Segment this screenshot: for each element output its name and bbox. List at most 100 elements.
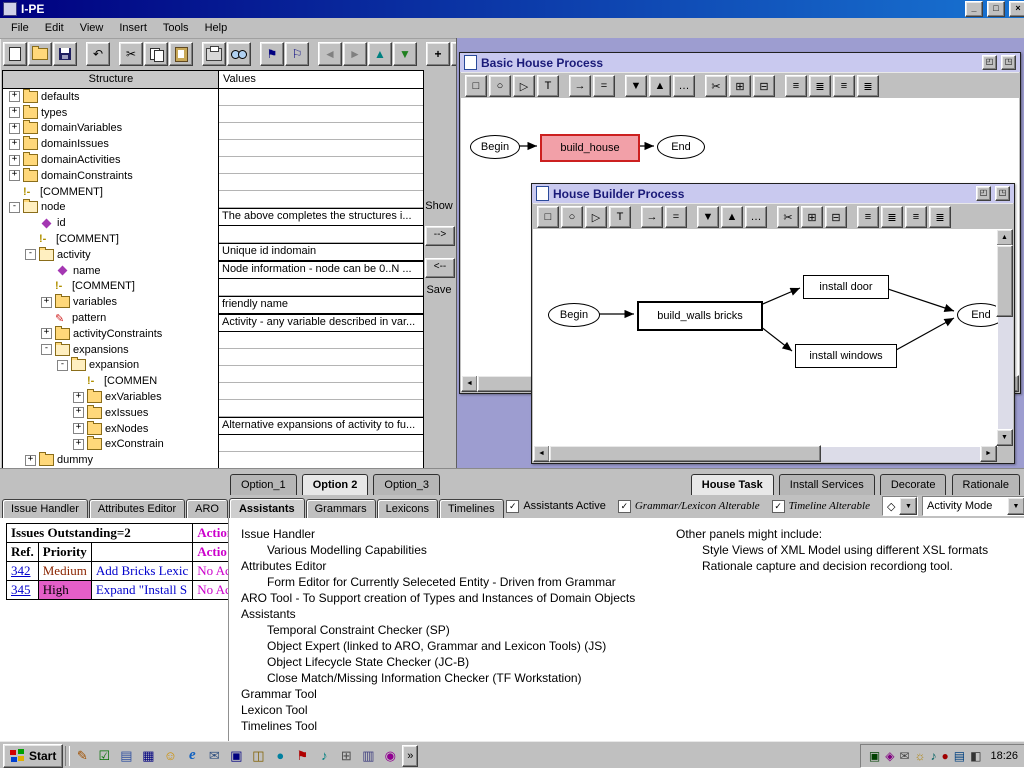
align-left-button[interactable]: ≡	[785, 75, 807, 97]
maximize-button[interactable]: ◳	[1001, 55, 1016, 70]
quicklaunch-icon-1[interactable]: ✎	[72, 746, 92, 766]
issue-ref-link[interactable]: 342	[7, 562, 39, 581]
expand-icon[interactable]: +	[9, 139, 20, 150]
value-row[interactable]: friendly name	[219, 296, 423, 314]
timeline-alterable-checkbox[interactable]: ✓	[772, 500, 785, 513]
tree-item-activity[interactable]: -activity	[3, 247, 219, 263]
tree-item-dummy[interactable]: +dummy	[3, 452, 219, 468]
value-row[interactable]: Activity - any variable described in var…	[219, 314, 423, 332]
build-house-node[interactable]: build_house	[540, 134, 640, 162]
value-row[interactable]	[219, 435, 423, 452]
scroll-down-button[interactable]: ▼	[996, 429, 1013, 446]
back-button[interactable]: ◄	[318, 42, 342, 66]
forward-button[interactable]: ►	[343, 42, 367, 66]
quicklaunch-icon-2[interactable]: ☑	[94, 746, 114, 766]
menu-insert[interactable]: Insert	[111, 19, 155, 37]
collapse-icon[interactable]: -	[41, 344, 52, 355]
target-icon[interactable]: ◉	[380, 746, 400, 766]
menu-help[interactable]: Help	[197, 19, 236, 37]
value-row[interactable]	[219, 106, 423, 123]
move-left-button[interactable]: <--	[425, 258, 455, 278]
tab-decorate[interactable]: Decorate	[880, 474, 947, 496]
folder-icon[interactable]: ◫	[248, 746, 268, 766]
install-windows-node[interactable]: install windows	[795, 344, 897, 368]
tree-item-domainActivities[interactable]: +domainActivities	[3, 152, 219, 168]
expand-down-button[interactable]: ▼	[697, 206, 719, 228]
tree-item-expansion[interactable]: -expansion	[3, 358, 219, 374]
tray-icon-8[interactable]: ◧	[970, 749, 981, 763]
copy-button[interactable]	[144, 42, 168, 66]
tree-item-id[interactable]: id	[3, 215, 219, 231]
move-up-button[interactable]: ▲	[368, 42, 392, 66]
minimize-button[interactable]: _	[965, 1, 983, 17]
rect-tool-button[interactable]: □	[465, 75, 487, 97]
expand-icon[interactable]: +	[73, 439, 84, 450]
begin-node[interactable]: Begin	[470, 135, 520, 159]
tab-rationale[interactable]: Rationale	[952, 474, 1020, 496]
tree-item-activityConstraints[interactable]: +activityConstraints	[3, 326, 219, 342]
menu-view[interactable]: View	[72, 19, 112, 37]
triangle-tool-button[interactable]: ▷	[513, 75, 535, 97]
value-row[interactable]	[219, 174, 423, 191]
build-walls-bricks-node[interactable]: build_walls bricks	[637, 301, 763, 331]
value-row[interactable]	[219, 157, 423, 174]
maximize-button[interactable]: ◳	[995, 186, 1010, 201]
quicklaunch-icon-3[interactable]: ▤	[116, 746, 136, 766]
tree-item-name[interactable]: name	[3, 263, 219, 279]
scrollbar-thumb[interactable]	[549, 445, 821, 462]
value-row[interactable]	[219, 191, 423, 208]
tree-item-variables[interactable]: +variables	[3, 294, 219, 310]
issue-action-link[interactable]: Add Bricks Lexic	[91, 562, 192, 581]
begin-node[interactable]: Begin	[548, 303, 600, 327]
tab-install-services[interactable]: Install Services	[779, 474, 875, 496]
value-row[interactable]	[219, 452, 423, 469]
internet-explorer-icon[interactable]: e	[182, 746, 202, 766]
expand-down-button[interactable]: ▼	[625, 75, 647, 97]
tree-item-comment[interactable]: [COMMENT]	[3, 231, 219, 247]
chevron-down-icon[interactable]: ▼	[899, 497, 917, 515]
scroll-right-button[interactable]: ►	[980, 445, 997, 462]
copy-button[interactable]: ⊞	[801, 206, 823, 228]
maximize-button[interactable]: □	[987, 1, 1005, 17]
tab-option-3[interactable]: Option_3	[373, 474, 440, 496]
scroll-left-button[interactable]: ◄	[533, 445, 550, 462]
open-button[interactable]	[28, 42, 52, 66]
paste-button[interactable]: ⊟	[825, 206, 847, 228]
window-titlebar[interactable]: House Builder Process ◰ ◳	[532, 184, 1014, 203]
cut-button[interactable]: ✂	[705, 75, 727, 97]
process-canvas[interactable]	[533, 229, 998, 447]
restore-button[interactable]: ◰	[982, 55, 997, 70]
align-justify-button[interactable]: ≣	[857, 75, 879, 97]
arrow-tool-button[interactable]: →	[641, 206, 663, 228]
value-row[interactable]	[219, 366, 423, 383]
attach-window-button[interactable]: ⚐	[285, 42, 309, 66]
expand-icon[interactable]: +	[9, 155, 20, 166]
tab-assistants[interactable]: Assistants	[229, 498, 305, 518]
flag-icon[interactable]: ⚑	[292, 746, 312, 766]
menu-tools[interactable]: Tools	[155, 19, 197, 37]
tree-item-expansions[interactable]: -expansions	[3, 342, 219, 358]
expand-up-button[interactable]: ▲	[721, 206, 743, 228]
align-right-button[interactable]: ≡	[905, 206, 927, 228]
tab-timelines[interactable]: Timelines	[439, 499, 504, 518]
quicklaunch-icon-4[interactable]: ▦	[138, 746, 158, 766]
expand-icon[interactable]: +	[9, 91, 20, 102]
tree-item-exIssues[interactable]: +exIssues	[3, 405, 219, 421]
align-center-button[interactable]: ≣	[881, 206, 903, 228]
expand-icon[interactable]: +	[41, 297, 52, 308]
mode-select[interactable]: Activity Mode ▼	[922, 496, 1024, 516]
issue-action-link[interactable]: Expand "Install S	[91, 581, 192, 600]
text-tool-button[interactable]: T	[609, 206, 631, 228]
equals-tool-button[interactable]: =	[665, 206, 687, 228]
collapse-icon[interactable]: -	[25, 249, 36, 260]
expand-icon[interactable]: +	[9, 170, 20, 181]
value-row[interactable]	[219, 89, 423, 106]
save-button[interactable]	[53, 42, 77, 66]
document-icon[interactable]: ▥	[358, 746, 378, 766]
align-right-button[interactable]: ≡	[833, 75, 855, 97]
tree-item-node[interactable]: -node	[3, 200, 219, 216]
new-button[interactable]	[3, 42, 27, 66]
expand-icon[interactable]: +	[73, 407, 84, 418]
tree-item-comment[interactable]: [COMMENT]	[3, 279, 219, 295]
text-tool-button[interactable]: T	[537, 75, 559, 97]
